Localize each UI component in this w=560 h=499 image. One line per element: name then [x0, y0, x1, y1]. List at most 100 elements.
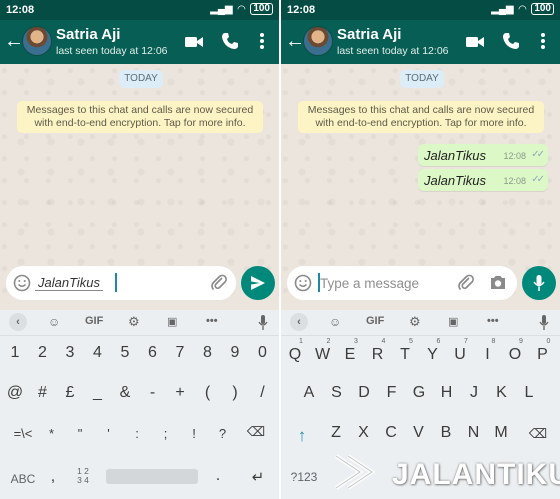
keyboard-key[interactable]: Y	[420, 346, 446, 364]
keyboard-key[interactable]: 8	[195, 344, 221, 362]
more-options-icon[interactable]	[259, 32, 265, 50]
chevron-left-icon[interactable]: ‹	[290, 313, 308, 331]
keyboard-key[interactable]: &	[112, 384, 138, 402]
video-call-icon[interactable]	[465, 32, 485, 52]
keyboard-key[interactable]: 2	[30, 344, 56, 362]
keyboard-key[interactable]: 3	[57, 344, 83, 362]
microphone-icon[interactable]	[258, 315, 268, 331]
sticker-icon[interactable]: ☺	[329, 315, 341, 329]
keyboard-key[interactable]: +	[167, 384, 193, 402]
keyboard-key[interactable]: ?	[210, 426, 236, 441]
keyboard-key[interactable]: J	[461, 384, 487, 402]
chevron-left-icon[interactable]: ‹	[9, 313, 27, 331]
keyboard-key[interactable]: P	[530, 346, 556, 364]
backspace-key[interactable]: ⌫	[525, 426, 551, 442]
keyboard-key[interactable]: I	[475, 346, 501, 364]
message-composer[interactable]: JalanTikus	[6, 266, 236, 300]
message-composer[interactable]: Type a message	[287, 266, 517, 300]
keyboard-key[interactable]: /	[250, 384, 276, 402]
translate-icon[interactable]: ▣	[448, 315, 458, 328]
voice-message-button[interactable]	[522, 266, 556, 300]
keyboard-key[interactable]: B	[433, 424, 459, 442]
voice-call-icon[interactable]	[502, 32, 520, 50]
microphone-icon[interactable]	[539, 315, 549, 331]
keyboard-key[interactable]: (	[195, 384, 221, 402]
gif-button[interactable]: GIF	[85, 315, 103, 327]
keyboard-key[interactable]: D	[351, 384, 377, 402]
keyboard-key[interactable]: O	[502, 346, 528, 364]
keyboard-key[interactable]: N	[461, 424, 487, 442]
keyboard-key[interactable]: W	[310, 346, 336, 364]
keyboard-key[interactable]: #	[30, 384, 56, 402]
enter-key[interactable]: ↵	[246, 468, 270, 486]
send-button[interactable]	[241, 266, 275, 300]
more-options-icon[interactable]	[540, 32, 546, 50]
keyboard-key[interactable]: !	[181, 426, 207, 441]
backspace-key[interactable]: ⌫	[243, 424, 269, 440]
shift-key[interactable]: ↑	[291, 426, 313, 446]
attach-icon[interactable]	[210, 274, 228, 292]
symbols-key[interactable]: ?123	[287, 470, 321, 484]
encryption-notice[interactable]: Messages to this chat and calls are now …	[17, 101, 263, 133]
avatar[interactable]	[303, 26, 333, 56]
message-input[interactable]: Type a message	[320, 276, 419, 291]
keyboard-key[interactable]: M	[488, 424, 514, 442]
keyboard-key[interactable]: "	[67, 426, 93, 441]
message-input[interactable]: JalanTikus	[34, 275, 104, 291]
avatar[interactable]	[22, 26, 52, 56]
more-dots-icon[interactable]: •••	[206, 315, 218, 327]
keyboard-key[interactable]: U	[447, 346, 473, 364]
keyboard-key[interactable]: X	[351, 424, 377, 442]
keyboard-key[interactable]: 4	[85, 344, 111, 362]
message-bubble[interactable]: JalanTikus 12:08 ✓✓	[418, 144, 548, 166]
keyboard-key[interactable]: C	[378, 424, 404, 442]
message-bubble[interactable]: JalanTikus 12:08 ✓✓	[418, 169, 548, 191]
keyboard-key[interactable]: S	[324, 384, 350, 402]
keyboard-key[interactable]: L	[516, 384, 542, 402]
encryption-notice[interactable]: Messages to this chat and calls are now …	[298, 101, 544, 133]
keyboard-key[interactable]: F	[379, 384, 405, 402]
camera-icon[interactable]	[489, 274, 507, 291]
keyboard-key[interactable]: G	[406, 384, 432, 402]
keyboard-key[interactable]: =\<	[10, 426, 36, 441]
keyboard-key[interactable]: 1	[2, 344, 28, 362]
contact-name[interactable]: Satria Aji	[337, 26, 401, 43]
abc-key[interactable]: ABC	[8, 472, 38, 486]
keyboard-key[interactable]: *	[39, 426, 65, 441]
video-call-icon[interactable]	[184, 32, 204, 52]
more-dots-icon[interactable]: •••	[487, 315, 499, 327]
period-key[interactable]: .	[212, 467, 224, 485]
back-arrow-icon[interactable]: ←	[4, 29, 24, 53]
back-arrow-icon[interactable]: ←	[285, 29, 305, 53]
settings-gear-icon[interactable]: ⚙	[409, 314, 421, 330]
keyboard-key[interactable]: E	[337, 346, 363, 364]
keyboard-key[interactable]: £	[57, 384, 83, 402]
emoji-icon[interactable]	[13, 274, 31, 292]
contact-name[interactable]: Satria Aji	[56, 26, 120, 43]
keyboard-key[interactable]: ;	[153, 426, 179, 441]
keyboard-key[interactable]: Q	[282, 346, 308, 364]
keyboard-key[interactable]: -	[140, 384, 166, 402]
symbol-pager-key[interactable]: 1 2 3 4	[74, 467, 92, 485]
translate-icon[interactable]: ▣	[167, 315, 177, 328]
keyboard-key[interactable]: :	[124, 426, 150, 441]
spacebar[interactable]	[106, 469, 198, 484]
keyboard-key[interactable]: 0	[250, 344, 276, 362]
keyboard-key[interactable]: Z	[323, 424, 349, 442]
keyboard-key[interactable]: 6	[140, 344, 166, 362]
keyboard-key[interactable]: K	[489, 384, 515, 402]
keyboard-key[interactable]: 5	[112, 344, 138, 362]
keyboard-key[interactable]: 9	[222, 344, 248, 362]
emoji-icon[interactable]	[294, 274, 312, 292]
keyboard-key[interactable]: 7	[167, 344, 193, 362]
gif-button[interactable]: GIF	[366, 315, 384, 327]
keyboard-key[interactable]: T	[392, 346, 418, 364]
keyboard-key[interactable]: '	[96, 426, 122, 441]
keyboard-key[interactable]: @	[2, 384, 28, 402]
keyboard-key[interactable]: H	[434, 384, 460, 402]
comma-key[interactable]: ,	[46, 468, 60, 486]
keyboard-key[interactable]: R	[365, 346, 391, 364]
keyboard-key[interactable]: V	[406, 424, 432, 442]
sticker-icon[interactable]: ☺	[48, 315, 60, 329]
keyboard-key[interactable]: _	[85, 384, 111, 402]
